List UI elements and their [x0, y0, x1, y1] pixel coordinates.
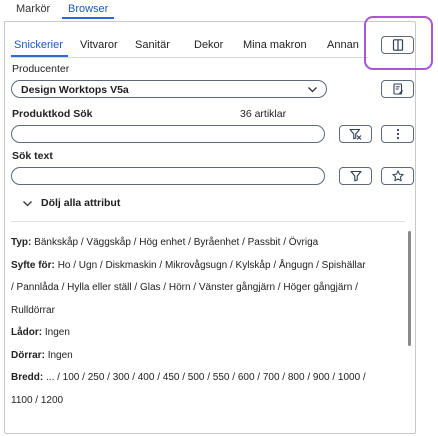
attribute-key: Bredd:: [11, 372, 44, 383]
search-text-label: Sök text: [12, 150, 53, 162]
attribute-values[interactable]: Ingen: [45, 327, 70, 338]
tab-sanitar[interactable]: Sanitär: [135, 39, 170, 51]
category-divider: [11, 57, 368, 58]
attributes-scrollbar[interactable]: [408, 231, 411, 346]
attributes-list: Typ: Bänkskåp / Väggskåp / Hög enhet / B…: [11, 232, 371, 412]
filter-clear-button[interactable]: [339, 125, 372, 143]
filter-icon: [349, 170, 362, 182]
tab-browser[interactable]: Browser: [68, 3, 108, 15]
star-icon: [391, 170, 404, 182]
attribute-values[interactable]: Ingen: [48, 350, 73, 361]
hide-attributes-toggle[interactable]: Dölj alla attribut: [22, 197, 120, 209]
document-edit-icon: [392, 83, 403, 95]
chevron-down-icon: [308, 87, 317, 93]
attribute-row[interactable]: Syfte för: Ho / Ugn / Diskmaskin / Mikro…: [11, 255, 371, 323]
producer-action-button[interactable]: [381, 80, 414, 98]
producer-label: Producenter: [12, 63, 70, 75]
tab-annan[interactable]: Annan: [327, 39, 359, 51]
more-button[interactable]: [381, 125, 414, 143]
attribute-values[interactable]: Bänkskåp / Väggskåp / Hög enhet / Byråen…: [34, 237, 318, 248]
producer-select[interactable]: Design Worktops V5a: [11, 80, 327, 98]
attribute-row[interactable]: Lådor: Ingen: [11, 322, 371, 345]
filter-button[interactable]: [339, 167, 372, 185]
product-code-input[interactable]: [11, 125, 325, 143]
hide-attributes-label: Dölj alla attribut: [41, 197, 121, 209]
attribute-row[interactable]: Dörrar: Ingen: [11, 345, 371, 368]
product-code-label: Produktkod Sök: [12, 108, 93, 120]
producer-selected-value: Design Worktops V5a: [21, 84, 129, 96]
attribute-values[interactable]: ... / 100 / 250 / 300 / 400 / 450 / 500 …: [11, 372, 366, 406]
filter-clear-icon: [349, 128, 362, 140]
tab-snickerier[interactable]: Snickerier: [14, 39, 63, 51]
tab-vitvaror[interactable]: Vitvaror: [80, 39, 118, 51]
attribute-key: Lådor:: [11, 327, 43, 338]
focus-highlight: [364, 16, 433, 70]
attributes-divider: [11, 221, 405, 222]
more-vertical-icon: [396, 128, 399, 140]
attribute-key: Dörrar:: [11, 349, 45, 361]
search-text-input[interactable]: [11, 167, 325, 185]
attribute-row[interactable]: Typ: Bänkskåp / Väggskåp / Hög enhet / B…: [11, 232, 371, 255]
tab-markor[interactable]: Markör: [16, 3, 50, 15]
article-count: 36 artiklar: [240, 108, 287, 120]
attribute-key: Syfte för:: [11, 259, 55, 271]
attribute-values[interactable]: Ho / Ugn / Diskmaskin / Mikrovågsugn / K…: [11, 260, 366, 316]
attribute-key: Typ:: [11, 237, 32, 248]
tab-dekor[interactable]: Dekor: [194, 39, 223, 51]
active-tab-indicator: [62, 17, 114, 19]
tab-mina-makron[interactable]: Mina makron: [243, 39, 307, 51]
chevron-down-icon: [23, 200, 32, 206]
attribute-row[interactable]: Bredd: ... / 100 / 250 / 300 / 400 / 450…: [11, 367, 371, 412]
favorite-button[interactable]: [381, 167, 414, 185]
